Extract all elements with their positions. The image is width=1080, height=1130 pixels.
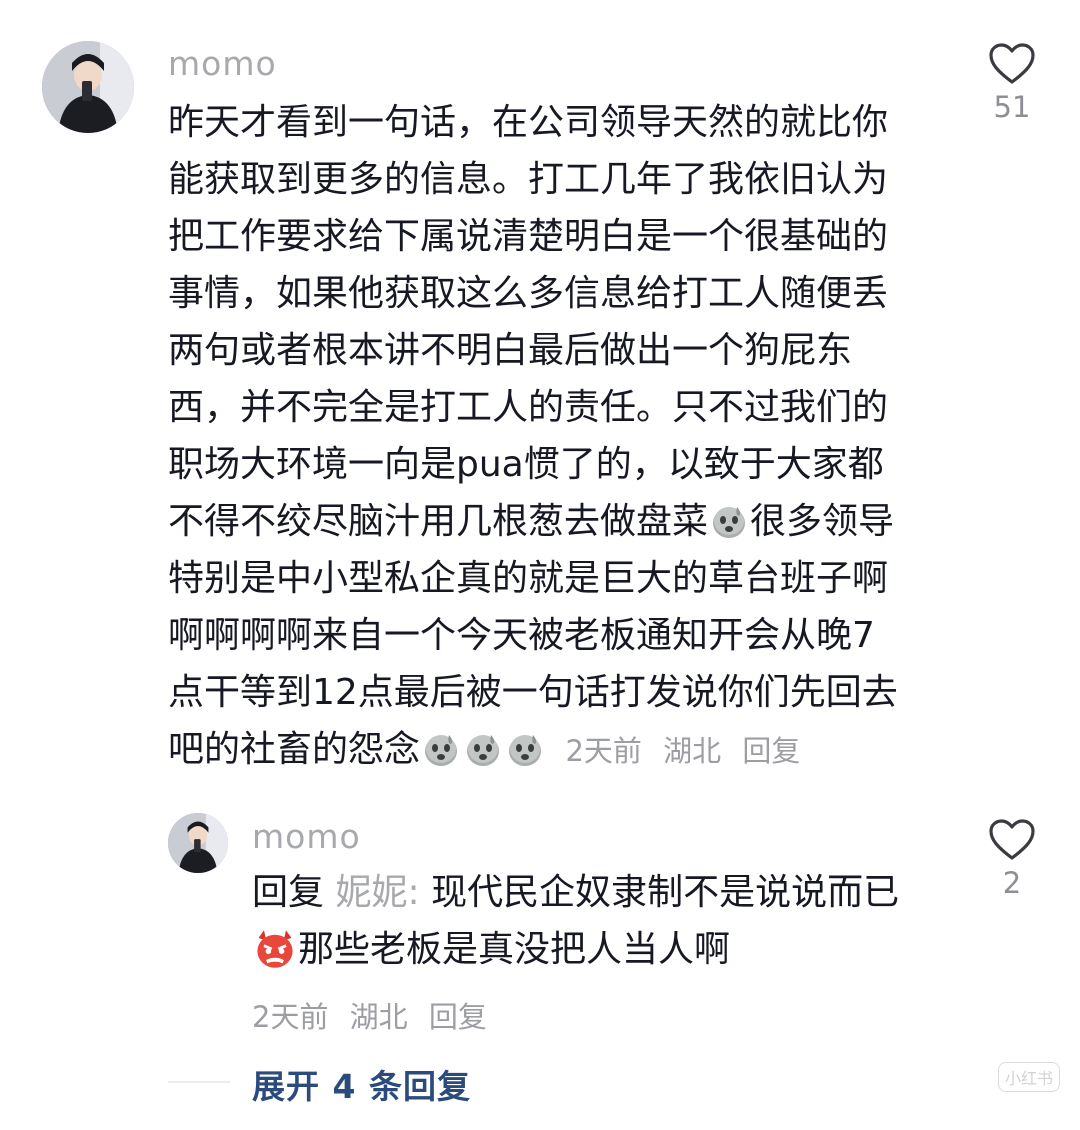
comment-line: 把工作要求给下属说清楚明白是一个很基础的 — [168, 216, 889, 257]
reply-text: 回复 妮妮: 现代民企奴隶制不是说说而已 那些老板是真没把人当人啊 — [252, 864, 899, 978]
reply-reply-button[interactable]: 回复 — [429, 1000, 487, 1034]
comment-reply-button[interactable]: 回复 — [742, 734, 800, 768]
comment-line: 点干等到12点最后被一句话打发说你们先回去 — [168, 672, 898, 713]
comment-line: 事情，如果他获取这么多信息给打工人随便丢 — [168, 273, 889, 314]
reply-target-name[interactable]: 妮妮 — [335, 872, 407, 913]
reply-line: 那些老板是真没把人当人啊 — [252, 921, 899, 978]
heart-icon — [989, 43, 1035, 84]
comment-username[interactable]: momo — [168, 44, 277, 83]
comment-line: 职场大环境一向是pua惯了的，以致于大家都 — [168, 444, 884, 485]
comment-like-count: 51 — [993, 90, 1031, 124]
comment-location: 湖北 — [663, 734, 722, 768]
reply-text-part: 现代民企奴隶制不是说说而已 — [431, 872, 900, 913]
sweat-face-emoji — [425, 735, 458, 766]
watermark: 小红书 — [998, 1062, 1061, 1092]
comment-avatar[interactable] — [42, 41, 134, 133]
reply-time: 2天前 — [252, 1000, 329, 1034]
reply-prefix: 回复 — [252, 872, 325, 913]
comment-line-part: 很多领导 — [750, 501, 895, 542]
comment-like-button[interactable]: 51 — [984, 42, 1040, 124]
reply-text-part: 那些老板是真没把人当人啊 — [298, 929, 731, 970]
sweat-face-emoji — [509, 735, 542, 766]
comment-line: 昨天才看到一句话，在公司领导天然的就比你 — [168, 102, 889, 143]
reply-location: 湖北 — [349, 1000, 408, 1034]
comment-line: 吧的社畜的怨念 2天前 湖北 回复 — [168, 721, 898, 780]
comment-meta: 2天前 湖北 回复 — [565, 734, 812, 768]
comment-line: 特别是中小型私企真的就是巨大的草台班子啊 — [168, 558, 889, 599]
expand-divider — [168, 1081, 230, 1083]
comment-line: 啊啊啊啊来自一个今天被老板通知开会从晚7 — [168, 615, 875, 656]
reply-meta: 2天前 湖北 回复 — [252, 994, 499, 1036]
comment-text: 昨天才看到一句话，在公司领导天然的就比你 能获取到更多的信息。打工几年了我依旧认… — [168, 94, 898, 780]
comment-line-part: 吧的社畜的怨念 — [168, 729, 421, 770]
reply-colon: : — [407, 872, 420, 913]
comment-time: 2天前 — [565, 734, 642, 768]
reply-line: 回复 妮妮: 现代民企奴隶制不是说说而已 — [252, 864, 899, 921]
heart-icon — [989, 819, 1035, 860]
comment-line: 两句或者根本讲不明白最后做出一个狗屁东 — [168, 330, 853, 371]
comment-line: 不得不绞尽脑汁用几根葱去做盘菜 很多领导 — [168, 493, 898, 550]
reply-avatar[interactable] — [168, 813, 228, 873]
reply-username[interactable]: momo — [252, 817, 361, 856]
sweat-face-emoji — [713, 507, 746, 538]
comment-line-part: 不得不绞尽脑汁用几根葱去做盘菜 — [168, 501, 709, 542]
reply-like-button[interactable]: 2 — [984, 818, 1040, 900]
expand-replies-button[interactable]: 展开 4 条回复 — [252, 1060, 471, 1108]
reply-like-count: 2 — [1002, 866, 1022, 900]
comment-line: 西，并不完全是打工人的责任。只不过我们的 — [168, 387, 889, 428]
sweat-face-emoji — [467, 735, 500, 766]
comment-line: 能获取到更多的信息。打工几年了我依旧认为 — [168, 159, 889, 200]
angry-devil-emoji — [257, 930, 293, 968]
